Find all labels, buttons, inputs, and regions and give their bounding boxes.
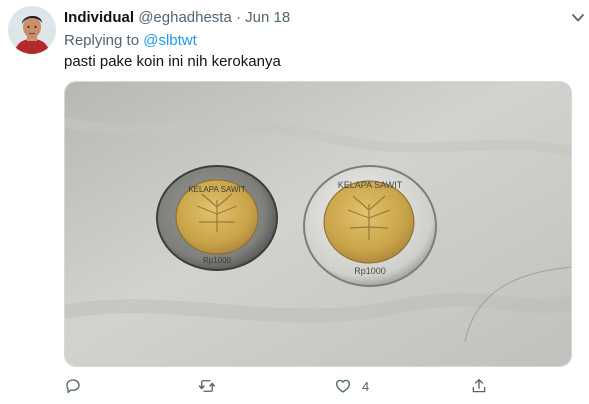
share-button[interactable] <box>470 374 488 398</box>
meta-separator: · <box>236 9 241 26</box>
reply-icon <box>66 379 80 394</box>
like-button[interactable]: 4 <box>334 374 369 398</box>
share-icon <box>472 378 486 393</box>
coin-left-top-text: KELAPA SAWIT <box>188 185 245 194</box>
tweet-date[interactable]: Jun 18 <box>245 9 290 26</box>
coin-left: KELAPA SAWIT Rp1000 <box>156 165 278 271</box>
tweet-media[interactable]: KELAPA SAWIT Rp1000 KELAPA SAWIT Rp1000 <box>64 81 572 367</box>
tweet[interactable]: Individual @eghadhesta · Jun 18 Replying… <box>0 0 589 404</box>
avatar[interactable] <box>8 6 56 54</box>
heart-icon <box>335 379 351 393</box>
replying-to: Replying to @slbtwt <box>64 31 197 51</box>
reply-button[interactable] <box>64 374 82 398</box>
avatar-photo-icon <box>8 6 56 54</box>
replying-prefix: Replying to <box>64 32 140 49</box>
coins-photo: KELAPA SAWIT Rp1000 KELAPA SAWIT Rp1000 <box>65 82 571 366</box>
retweet-button[interactable] <box>198 374 216 398</box>
tweet-actions: 4 <box>64 374 534 398</box>
replying-handle-link[interactable]: @slbtwt <box>143 32 197 49</box>
chevron-down-icon[interactable] <box>571 12 585 24</box>
display-name[interactable]: Individual <box>64 9 134 26</box>
coin-left-bottom-text: Rp1000 <box>203 256 232 265</box>
coin-right-bottom-text: Rp1000 <box>354 266 386 276</box>
tweet-header: Individual @eghadhesta · Jun 18 <box>64 8 579 28</box>
user-handle[interactable]: @eghadhesta <box>138 9 232 26</box>
retweet-icon <box>198 380 216 392</box>
tweet-text: pasti pake koin ini nih kerokanya <box>64 53 281 70</box>
coin-right: KELAPA SAWIT Rp1000 <box>303 165 437 287</box>
coin-right-top-text: KELAPA SAWIT <box>338 180 403 190</box>
like-count: 4 <box>362 378 370 394</box>
